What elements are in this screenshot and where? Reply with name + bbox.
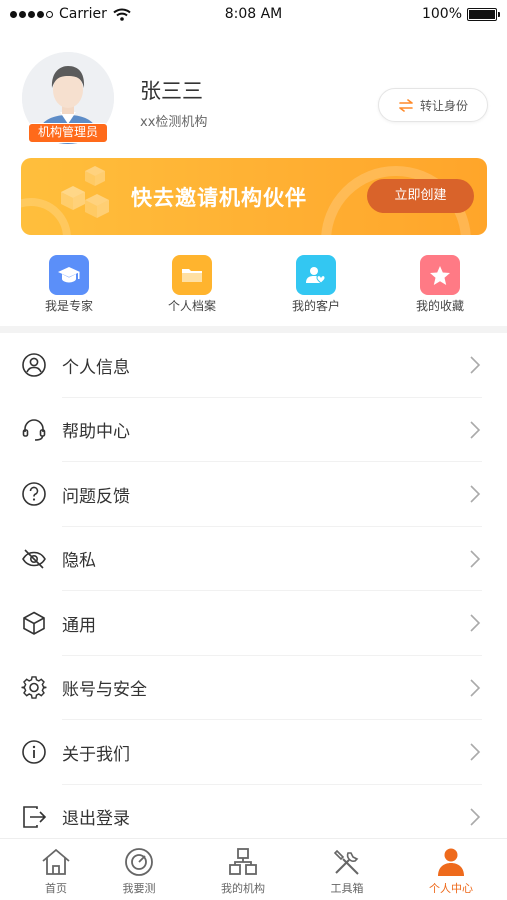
tab-personal-center[interactable]: 个人中心 [416, 847, 486, 896]
person-icon [434, 847, 468, 877]
menu-item-label: 问题反馈 [62, 486, 130, 507]
customer-icon [296, 255, 336, 295]
tab-test[interactable]: 我要测 [104, 847, 174, 896]
eye-off-icon [21, 546, 47, 572]
menu-item-general[interactable]: 通用 [0, 591, 507, 656]
tab-label: 工具箱 [330, 882, 364, 895]
menu-item-label: 通用 [62, 615, 96, 636]
menu-item-label: 退出登录 [62, 809, 130, 830]
role-badge: 机构管理员 [28, 123, 108, 143]
chevron-right-icon [470, 485, 481, 503]
menu-item-feedback[interactable]: 问题反馈 [0, 462, 507, 527]
folder-icon [172, 255, 212, 295]
quick-action-label: 个人档案 [167, 299, 216, 313]
quick-action-customers[interactable]: 我的客户 [266, 250, 366, 314]
menu-item-label: 账号与安全 [62, 680, 147, 701]
quick-action-favorites[interactable]: 我的收藏 [390, 250, 490, 314]
tab-home[interactable]: 首页 [21, 847, 91, 896]
tab-label: 我的机构 [221, 882, 265, 895]
tab-toolbox[interactable]: 工具箱 [312, 847, 382, 896]
menu-item-about-us[interactable]: 关于我们 [0, 720, 507, 785]
user-name: 张三三 [140, 79, 203, 103]
cubes-icon [61, 166, 109, 218]
quick-action-label: 我是专家 [44, 299, 93, 313]
cube-icon [21, 610, 47, 636]
invite-banner[interactable]: 快去邀请机构伙伴 立即创建 [21, 158, 487, 235]
user-circle-icon [21, 352, 47, 378]
chevron-right-icon [470, 808, 481, 826]
quick-actions: 我是专家 个人档案 我的客户 我的收藏 [0, 250, 507, 320]
settings-menu: 个人信息 帮助中心 问题反馈 隐私 通用 账号与安全 关于我们 退出登录 [0, 333, 507, 849]
menu-item-label: 个人信息 [62, 357, 130, 378]
chevron-right-icon [470, 679, 481, 697]
section-divider [0, 326, 507, 333]
target-icon [122, 847, 156, 877]
battery-percent: 100% [421, 6, 462, 22]
question-circle-icon [21, 481, 47, 507]
quick-action-expert[interactable]: 我是专家 [19, 250, 119, 314]
bottom-tab-bar: 首页 我要测 我的机构 工具箱 个人中心 [0, 838, 507, 900]
menu-item-label: 隐私 [62, 551, 96, 572]
menu-item-account-security[interactable]: 账号与安全 [0, 656, 507, 720]
chevron-right-icon [470, 614, 481, 632]
switch-identity-label: 转让身份 [419, 98, 468, 113]
switch-identity-button[interactable]: 转让身份 [378, 88, 488, 122]
tools-icon [330, 847, 364, 877]
menu-item-privacy[interactable]: 隐私 [0, 527, 507, 591]
quick-action-profile[interactable]: 个人档案 [142, 250, 242, 314]
tab-my-organization[interactable]: 我的机构 [208, 847, 278, 896]
tab-label: 首页 [45, 882, 67, 895]
battery-icon [467, 7, 500, 21]
info-circle-icon [21, 739, 47, 765]
headset-icon [21, 417, 47, 443]
menu-item-personal-info[interactable]: 个人信息 [0, 333, 507, 398]
swap-arrows-icon [399, 98, 413, 112]
graduation-cap-icon [49, 255, 89, 295]
chevron-right-icon [470, 356, 481, 374]
home-icon [39, 847, 73, 877]
gear-icon [21, 675, 47, 701]
logout-icon [21, 804, 47, 830]
chevron-right-icon [470, 743, 481, 761]
status-bar: Carrier 8:08 AM 100% [0, 0, 507, 30]
menu-item-help-center[interactable]: 帮助中心 [0, 398, 507, 462]
chevron-right-icon [470, 421, 481, 439]
tab-label: 个人中心 [429, 882, 473, 895]
chevron-right-icon [470, 550, 481, 568]
quick-action-label: 我的客户 [291, 299, 340, 313]
menu-item-label: 关于我们 [62, 744, 130, 765]
menu-item-label: 帮助中心 [62, 422, 130, 443]
user-organization: xx检测机构 [140, 115, 208, 130]
star-icon [420, 255, 460, 295]
banner-title: 快去邀请机构伙伴 [131, 186, 307, 210]
create-now-button[interactable]: 立即创建 [367, 179, 474, 213]
quick-action-label: 我的收藏 [415, 299, 464, 313]
tab-label: 我要测 [122, 882, 156, 895]
organization-icon [226, 847, 260, 877]
